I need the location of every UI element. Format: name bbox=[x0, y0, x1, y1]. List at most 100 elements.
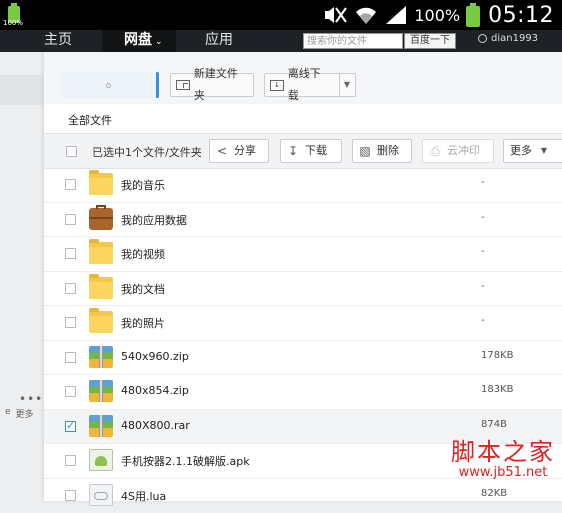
file-checkbox[interactable] bbox=[65, 352, 76, 363]
file-name[interactable]: 手机按器2.1.1破解版.apk bbox=[121, 453, 250, 469]
signal-icon bbox=[384, 4, 408, 26]
delete-label: 删除 bbox=[377, 140, 399, 162]
file-name[interactable]: 540x960.zip bbox=[121, 350, 189, 363]
partial-label: e bbox=[5, 407, 11, 420]
search-button[interactable]: 百度一下 bbox=[404, 33, 456, 49]
watermark-title: 脚本之家 bbox=[446, 438, 560, 466]
user-icon bbox=[478, 34, 487, 43]
watermark-url: www.jb51.net bbox=[446, 466, 560, 480]
file-size: - bbox=[481, 315, 485, 326]
upload-button[interactable] bbox=[60, 72, 159, 98]
file-size: - bbox=[481, 177, 485, 188]
file-name[interactable]: 480x854.zip bbox=[121, 384, 189, 397]
more-button[interactable]: 更多 ▼ bbox=[503, 139, 562, 163]
file-size: - bbox=[481, 246, 485, 257]
nav-netdisk[interactable]: 网盘⌄ bbox=[102, 30, 176, 52]
left-more-button[interactable]: ••• e 更多 bbox=[5, 395, 45, 420]
file-panel: 新建文件夹 ↓ 离线下载 ▼ 全部文件 已选中1个文件/文件夹 < 分享 ↧ 下… bbox=[44, 52, 562, 501]
loading-icon bbox=[106, 83, 111, 88]
file-checkbox[interactable] bbox=[65, 248, 76, 259]
battery-percent: 100% bbox=[414, 6, 460, 25]
share-button[interactable]: < 分享 bbox=[209, 139, 269, 163]
site-watermark: 脚本之家 www.jb51.net bbox=[446, 438, 560, 480]
printer-icon: ⎙ bbox=[429, 140, 441, 162]
top-nav: 主页 网盘⌄ 应用 搜索你的文件 百度一下 dian1993 bbox=[0, 30, 562, 52]
action-bar: 已选中1个文件/文件夹 < 分享 ↧ 下载 ▧ 删除 ⎙ 云冲印 更多 ▼ bbox=[44, 133, 562, 169]
clock: 05:12 bbox=[488, 3, 554, 28]
file-size: - bbox=[481, 281, 485, 292]
download-button[interactable]: ↧ 下载 bbox=[280, 139, 342, 163]
username: dian1993 bbox=[491, 33, 538, 44]
folder-icon bbox=[89, 311, 113, 333]
user-menu[interactable]: dian1993 bbox=[478, 33, 538, 44]
nav-apps[interactable]: 应用 bbox=[205, 30, 233, 52]
file-row[interactable]: 我的照片 - bbox=[44, 306, 562, 341]
file-checkbox[interactable] bbox=[65, 179, 76, 190]
wifi-icon bbox=[354, 4, 378, 26]
nav-home[interactable]: 主页 bbox=[44, 30, 72, 52]
file-row[interactable]: 我的音乐 - bbox=[44, 168, 562, 203]
offline-download-icon: ↓ bbox=[270, 80, 284, 91]
file-name[interactable]: 480X800.rar bbox=[121, 419, 190, 432]
briefcase-icon bbox=[89, 208, 113, 230]
file-row[interactable]: 我的视频 - bbox=[44, 237, 562, 272]
cloud-print-label: 云冲印 bbox=[447, 140, 480, 162]
battery-icon bbox=[466, 3, 480, 27]
selection-count: 已选中1个文件/文件夹 bbox=[92, 144, 202, 160]
new-folder-label: 新建文件夹 bbox=[194, 63, 248, 107]
delete-button[interactable]: ▧ 删除 bbox=[352, 139, 412, 163]
file-checkbox[interactable] bbox=[65, 317, 76, 328]
offline-download-label: 离线下载 bbox=[288, 63, 331, 107]
file-checkbox[interactable] bbox=[65, 490, 76, 501]
download-icon: ↧ bbox=[287, 140, 299, 162]
file-name[interactable]: 我的文档 bbox=[121, 281, 165, 297]
file-row[interactable]: 540x960.zip 178KB bbox=[44, 341, 562, 376]
file-row[interactable]: 我的应用数据 - bbox=[44, 203, 562, 238]
download-label: 下载 bbox=[305, 140, 327, 162]
file-size: 178KB bbox=[481, 350, 514, 361]
breadcrumb[interactable]: 全部文件 bbox=[68, 112, 112, 128]
folder-icon bbox=[89, 242, 113, 264]
file-checkbox[interactable] bbox=[65, 386, 76, 397]
share-label: 分享 bbox=[234, 140, 256, 162]
archive-icon bbox=[89, 415, 113, 437]
trash-icon: ▧ bbox=[359, 140, 371, 162]
chevron-down-icon: ⌄ bbox=[155, 37, 163, 47]
more-button-label: 更多 bbox=[510, 140, 532, 162]
file-size: 183KB bbox=[481, 384, 514, 395]
new-folder-icon bbox=[176, 80, 190, 90]
file-icon bbox=[89, 484, 113, 506]
select-all-checkbox[interactable] bbox=[66, 146, 77, 157]
file-name[interactable]: 我的音乐 bbox=[121, 177, 165, 193]
battery-notification-label: 100% bbox=[3, 19, 23, 27]
file-name[interactable]: 4S用.lua bbox=[121, 488, 166, 504]
more-dots-icon: ••• bbox=[19, 395, 45, 403]
nav-netdisk-label: 网盘 bbox=[124, 32, 152, 48]
file-row[interactable]: 我的文档 - bbox=[44, 272, 562, 307]
file-name[interactable]: 我的照片 bbox=[121, 315, 165, 331]
file-size: 874B bbox=[481, 419, 507, 430]
file-checkbox[interactable] bbox=[65, 455, 76, 466]
file-size: 82KB bbox=[481, 488, 507, 499]
android-icon bbox=[89, 449, 113, 471]
mute-icon bbox=[322, 4, 348, 26]
folder-icon bbox=[89, 173, 113, 195]
file-name[interactable]: 我的视频 bbox=[121, 246, 165, 262]
file-checkbox[interactable] bbox=[65, 421, 76, 432]
search-input[interactable]: 搜索你的文件 bbox=[303, 33, 403, 49]
more-label: 更多 bbox=[16, 407, 34, 420]
dropdown-arrow-icon[interactable]: ▼ bbox=[339, 74, 350, 96]
file-checkbox[interactable] bbox=[65, 214, 76, 225]
file-row[interactable]: 480x854.zip 183KB bbox=[44, 375, 562, 410]
file-checkbox[interactable] bbox=[65, 283, 76, 294]
file-name[interactable]: 我的应用数据 bbox=[121, 212, 187, 228]
file-row[interactable]: 4S用.lua 82KB bbox=[44, 479, 562, 513]
panel-toolbar: 新建文件夹 ↓ 离线下载 ▼ bbox=[44, 52, 562, 104]
archive-icon bbox=[89, 346, 113, 368]
file-size: - bbox=[481, 212, 485, 223]
cloud-print-button[interactable]: ⎙ 云冲印 bbox=[422, 139, 494, 163]
archive-icon bbox=[89, 380, 113, 402]
offline-download-button[interactable]: ↓ 离线下载 ▼ bbox=[264, 73, 356, 97]
new-folder-button[interactable]: 新建文件夹 bbox=[170, 73, 254, 97]
background-header-strip bbox=[0, 75, 44, 105]
